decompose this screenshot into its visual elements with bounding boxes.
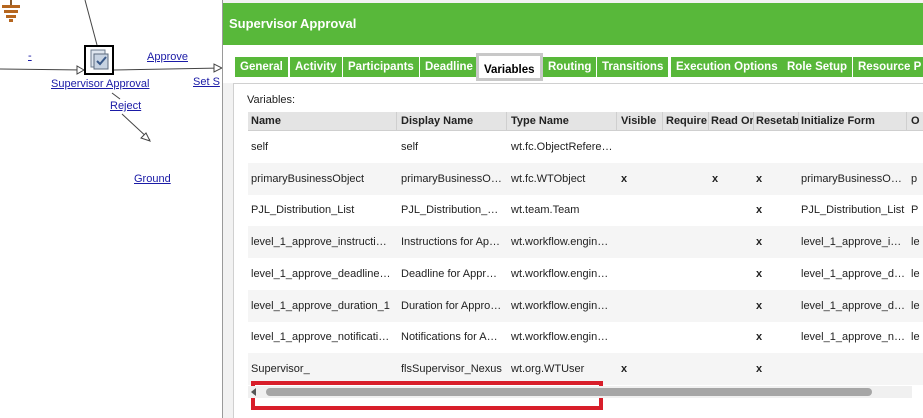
cell-type: wt.fc.WTObject (511, 172, 586, 185)
column-header-name[interactable]: Name (251, 115, 391, 127)
cell-name: PJL_Distribution_List (251, 204, 355, 217)
cell-type: wt.workflow.engine… (511, 331, 614, 344)
table-row[interactable]: level_1_approve_deadline_1 Deadline for A… (248, 258, 923, 290)
tab-activity[interactable]: Activity (290, 57, 342, 77)
cell-readonly: x (712, 172, 719, 185)
dialog-titlebar[interactable]: Supervisor Approval (223, 3, 923, 45)
variables-table: Name Display Name Type Name Visible Requ… (248, 112, 923, 412)
table-row[interactable]: primaryBusinessObject primaryBusinessO… wt… (248, 162, 923, 195)
tab-routing[interactable]: Routing (543, 57, 597, 77)
cell-display: Notifications for Ap… (401, 331, 503, 344)
approve-link[interactable]: Approve (147, 51, 188, 63)
tab-transitions[interactable]: Transitions (597, 57, 669, 77)
cell-visible: x (621, 172, 628, 185)
table-row[interactable]: level_1_approve_instructio… Instructions … (248, 226, 923, 259)
cell-type: wt.team.Team (511, 204, 580, 217)
table-row[interactable]: self self wt.fc.ObjectRefere… (248, 131, 923, 163)
cell-name: level_1_approve_deadline_1 (251, 267, 391, 280)
scroll-left-icon[interactable] (251, 388, 256, 396)
cell-display: PJL_Distribution_List (401, 204, 503, 217)
dash-link[interactable]: - (28, 50, 32, 62)
cell-init: level_1_approve_d… (801, 267, 905, 280)
scrollbar-thumb[interactable] (266, 388, 872, 396)
tab-execution-options[interactable]: Execution Options (671, 57, 783, 77)
cell-other: le (911, 331, 920, 344)
horizontal-scrollbar[interactable] (248, 386, 912, 398)
cell-resetable: x (756, 172, 763, 185)
tab-deadline[interactable]: Deadline (420, 57, 478, 77)
ground-icon[interactable] (0, 0, 22, 22)
reject-link[interactable]: Reject (110, 100, 141, 112)
cell-display: self (401, 141, 419, 153)
cell-name: self (251, 141, 269, 153)
table-row[interactable]: level_1_approve_duration_1 Duration for A… (248, 289, 923, 322)
variables-label: Variables: (247, 94, 296, 106)
cell-display: Duration for Approv… (401, 299, 503, 312)
cell-other: P (911, 204, 919, 217)
workflow-canvas[interactable]: - Supervisor Approval Approve Set S Reje… (0, 0, 222, 418)
cell-display: Instructions for App… (401, 236, 503, 249)
cell-display: flsSupervisor_Nexus (401, 362, 502, 375)
cell-init: level_1_approve_n… (801, 331, 905, 344)
dialog-title: Supervisor Approval (229, 16, 357, 31)
table-row[interactable]: level_1_approve_notificatio… Notification… (248, 321, 923, 353)
cell-name: level_1_approve_notificatio… (251, 331, 391, 344)
cell-type: wt.workflow.engine… (511, 267, 614, 280)
cell-resetable: x (756, 362, 763, 375)
tab-resource[interactable]: Resource P (853, 57, 923, 77)
cell-name: primaryBusinessObject (251, 172, 365, 185)
table-row[interactable]: PJL_Distribution_List PJL_Distribution_Li… (248, 194, 923, 226)
cell-resetable: x (756, 331, 763, 344)
cell-name: Supervisor_ (251, 362, 310, 375)
cell-type: wt.org.WTUser (511, 362, 585, 375)
cell-other: le (911, 299, 920, 312)
cell-type: wt.workflow.engine… (511, 236, 614, 249)
cell-name: level_1_approve_duration_1 (251, 299, 390, 312)
cell-resetable: x (756, 204, 763, 217)
tab-general[interactable]: General (235, 57, 288, 77)
cell-display: primaryBusinessO… (401, 172, 502, 185)
tab-role-setup[interactable]: Role Setup (782, 57, 853, 77)
tab-variables[interactable]: Variables (476, 53, 543, 81)
column-header-display-name[interactable]: Display Name (401, 115, 501, 127)
variables-panel: Variables: Name Display Name Type Name V… (233, 83, 923, 418)
cell-type: wt.fc.ObjectRefere… (511, 141, 613, 153)
cell-init: primaryBusinessO… (801, 172, 902, 185)
ground-link[interactable]: Ground (134, 173, 171, 185)
supervisor-approval-task-icon[interactable] (84, 45, 114, 75)
column-header-other[interactable]: O (911, 115, 923, 127)
column-header-type-name[interactable]: Type Name (511, 115, 611, 127)
cell-resetable: x (756, 236, 763, 249)
cell-other: p (911, 172, 918, 185)
table-header: Name Display Name Type Name Visible Requ… (248, 112, 923, 131)
cell-other: le (911, 236, 920, 249)
tab-participants[interactable]: Participants (343, 57, 419, 77)
cell-name: level_1_approve_instructio… (251, 236, 391, 249)
set-link[interactable]: Set S (193, 76, 220, 88)
column-header-required[interactable]: Require (666, 115, 708, 127)
cell-resetable: x (756, 299, 763, 312)
supervisor-approval-link[interactable]: Supervisor Approval (51, 78, 149, 90)
cell-init: level_1_approve_i… (801, 236, 902, 249)
cell-resetable: x (756, 267, 763, 280)
cell-init: PJL_Distribution_List (801, 204, 905, 217)
column-header-initialize-form[interactable]: Initialize Form (801, 115, 901, 127)
supervisor-approval-dialog: Supervisor Approval General Activity Par… (222, 0, 923, 418)
cell-display: Deadline for Appro… (401, 267, 503, 280)
column-header-visible[interactable]: Visible (621, 115, 663, 127)
tab-strip: General Activity Participants Deadline V… (223, 45, 923, 83)
cell-init: level_1_approve_d… (801, 299, 905, 312)
cell-type: wt.workflow.engine… (511, 299, 614, 312)
cell-visible: x (621, 362, 628, 375)
column-header-read-only[interactable]: Read Or (711, 115, 753, 127)
cell-other: le (911, 267, 920, 280)
column-header-resetable[interactable]: Resetab (756, 115, 800, 127)
